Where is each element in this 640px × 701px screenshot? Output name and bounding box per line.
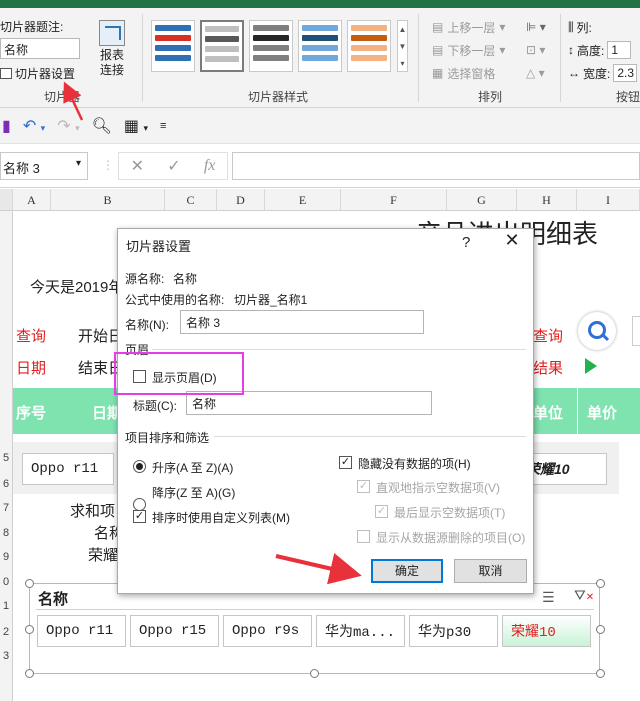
annotation-arrow-ok	[275, 553, 362, 585]
annotation-arrow-ribbon	[63, 81, 84, 121]
annotation-arrows	[63, 81, 362, 585]
